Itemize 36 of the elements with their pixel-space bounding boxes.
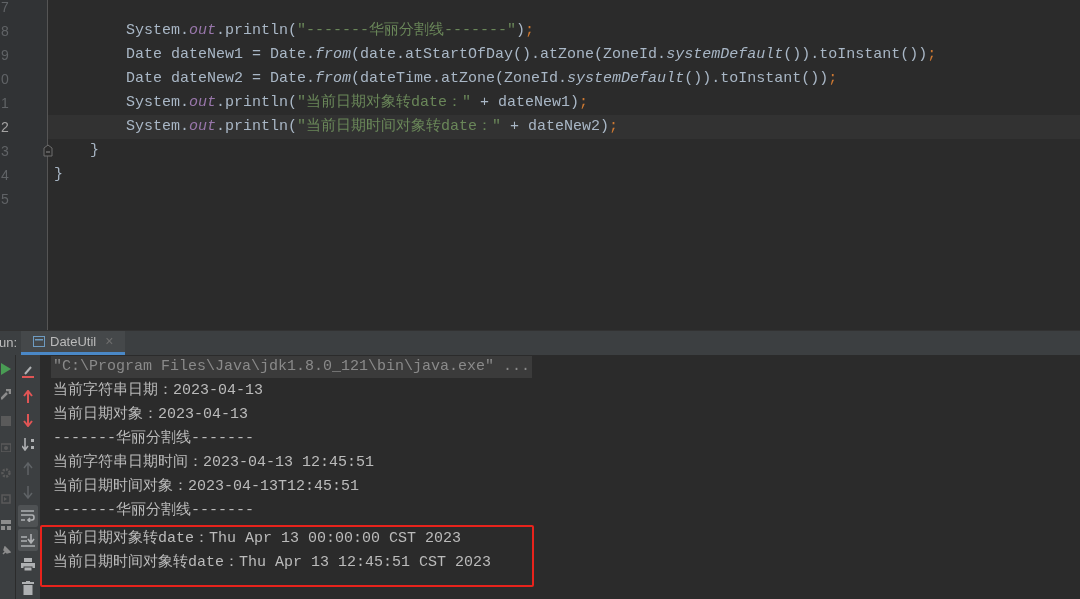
code-line: } bbox=[54, 164, 63, 185]
wrench-icon[interactable] bbox=[0, 389, 11, 401]
code-line: Date dateNew1 = Date.from(date.atStartOfDay().atZone(ZoneId.systemDefault()).toInstant()); bbox=[125, 44, 937, 65]
down-arrow-icon bbox=[23, 485, 33, 499]
trash-icon bbox=[22, 581, 34, 595]
console-output-line: -------华丽分割线------- bbox=[53, 428, 255, 449]
up-arrow-icon bbox=[23, 461, 33, 475]
console-output-line: 当前字符串日期时间：2023-04-13 12:45:51 bbox=[53, 452, 375, 473]
run-icon[interactable] bbox=[0, 363, 11, 375]
console-output-line: 当前字符串日期：2023-04-13 bbox=[53, 380, 263, 401]
console-output-line: -------华丽分割线------- bbox=[53, 500, 255, 521]
console-tool-button[interactable] bbox=[18, 505, 38, 527]
console-output-line: 当前日期对象：2023-04-13 bbox=[53, 404, 248, 425]
tab-title: DateUtil bbox=[50, 332, 97, 351]
panel-label: un: bbox=[0, 334, 19, 353]
console-output-line: 当前日期时间对象转date：Thu Apr 13 12:45:51 CST 2023 bbox=[53, 552, 492, 573]
clear-icon bbox=[21, 365, 35, 379]
code-line: System.out.println("当前日期时间对象转date：" + dateNew2); bbox=[125, 116, 619, 137]
console-output-line: 当前日期对象转date：Thu Apr 13 00:00:00 CST 2023 bbox=[53, 528, 462, 549]
run-tab[interactable]: DateUtil × bbox=[21, 331, 126, 355]
scroll-to-end-icon bbox=[21, 533, 35, 547]
console-tool-button[interactable] bbox=[18, 529, 38, 551]
sort-icon bbox=[21, 437, 35, 451]
code-line: System.out.println("当前日期对象转date：" + dateNew1); bbox=[125, 92, 589, 113]
code-line: System.out.println("-------华丽分割线-------"); bbox=[125, 20, 535, 41]
up-arrow-icon bbox=[23, 389, 33, 403]
printer-icon bbox=[21, 557, 35, 571]
line-number: 2 bbox=[1, 117, 9, 137]
code-line: } bbox=[89, 140, 99, 161]
fold-marker-icon[interactable] bbox=[43, 144, 53, 157]
console-tab-icon bbox=[33, 336, 45, 347]
code-line: Date dateNew2 = Date.from(dateTime.atZone(ZoneId.systemDefault()).toInstant()); bbox=[125, 68, 838, 89]
soft-wrap-icon bbox=[21, 510, 35, 522]
layout-icon[interactable] bbox=[0, 520, 11, 530]
console-output-line: 当前日期时间对象：2023-04-13T12:45:51 bbox=[53, 476, 360, 497]
down-arrow-icon bbox=[23, 413, 33, 427]
